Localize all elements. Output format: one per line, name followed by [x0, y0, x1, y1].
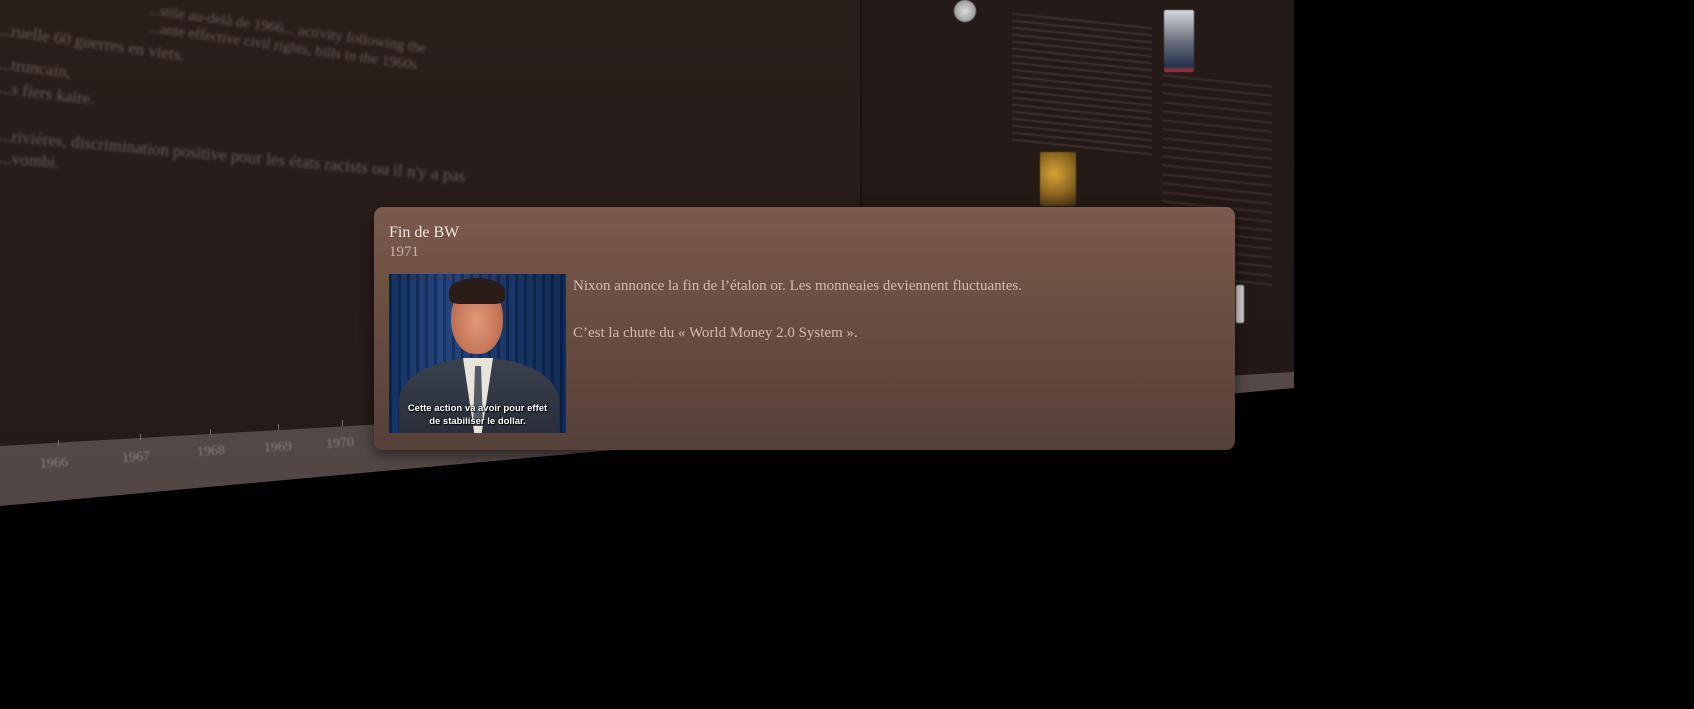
event-image[interactable]: Cette action va avoir pour effet de stab… [389, 274, 566, 433]
event-title: Fin de BW [389, 224, 460, 241]
background-text-line: ...vombi. [0, 148, 61, 173]
background-text-line: ...riviéres, discrimination positive pou… [0, 126, 467, 186]
timeline-tick [210, 429, 211, 435]
image-subtitle: Cette action va avoir pour effet de stab… [389, 402, 566, 428]
timeline-tick [278, 424, 279, 430]
event-description-line: C’est la chute du « World Money 2.0 Syst… [573, 325, 858, 341]
timeline-year[interactable]: 1969 [263, 439, 292, 457]
timeline-year[interactable]: 1966 [39, 455, 68, 473]
background-thumbnail [1164, 10, 1194, 72]
event-year: 1971 [389, 244, 419, 260]
timeline-year[interactable]: 1970 [325, 435, 354, 453]
event-popup[interactable]: Fin de BW 1971 Cette action va avoir pou… [374, 207, 1235, 450]
timeline-tick [342, 420, 343, 426]
background-thumbnail [1236, 285, 1244, 323]
background-thumbnail [954, 0, 976, 22]
image-subtitle-line: de stabiliser le dollar. [429, 416, 526, 427]
image-subtitle-line: Cette action va avoir pour effet [407, 403, 548, 414]
timeline-tick [140, 434, 141, 440]
background-thumbnail [1040, 152, 1076, 206]
background-text-block [1012, 12, 1152, 158]
timeline-year[interactable]: 1968 [196, 443, 225, 461]
timeline-year[interactable]: 1967 [121, 449, 150, 467]
timeline-tick [58, 440, 59, 446]
background-text-line: ...s fiers kaire. [0, 78, 96, 109]
event-description-line: Nixon annonce la fin de l’étalon or. Les… [573, 278, 1023, 294]
viewer-stage: ...stile au-delà de 1966... activity fol… [0, 0, 1694, 709]
portrait-hair [449, 278, 505, 304]
